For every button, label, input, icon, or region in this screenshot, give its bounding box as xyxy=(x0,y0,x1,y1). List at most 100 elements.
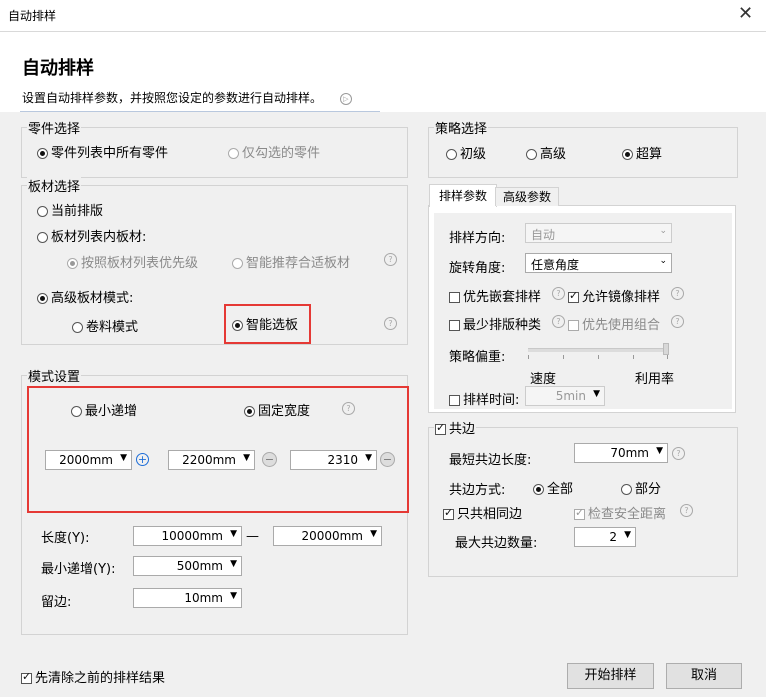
clear-previous-checkbox[interactable]: 先清除之前的排样结果 xyxy=(21,667,165,686)
method-label: 共边方式: xyxy=(449,483,506,498)
sheet-list-radio[interactable]: 板材列表内板材: xyxy=(37,226,146,245)
mode-fixed-width-radio[interactable]: 固定宽度 xyxy=(244,400,310,419)
allow-mirror-checkbox[interactable]: 允许镜像排样 xyxy=(568,286,660,305)
help-icon[interactable]: ? xyxy=(672,447,685,460)
direction-label: 排样方向: xyxy=(449,231,506,246)
dropdown-arrow-icon: ▼ xyxy=(624,530,631,540)
width-1-value: 2000mm xyxy=(59,453,113,467)
length-to-combo[interactable]: 20000mm ▼ xyxy=(273,526,382,546)
title-bar: 自动排样 ✕ xyxy=(0,0,766,32)
checkbox-box xyxy=(435,421,446,435)
radio-dot xyxy=(533,484,544,495)
margin-combo[interactable]: 10mm ▼ xyxy=(133,588,242,608)
help-icon[interactable]: ? xyxy=(384,253,397,266)
remove-width-icon[interactable]: − xyxy=(380,452,395,467)
width-3-combo[interactable]: 2310 ▼ xyxy=(290,450,377,470)
sheet-current-radio[interactable]: 当前排版 xyxy=(37,200,103,219)
time-combo[interactable]: 5min ▼ xyxy=(525,386,605,406)
length-to-value: 20000mm xyxy=(301,529,363,543)
dropdown-arrow-icon: ▼ xyxy=(230,559,237,569)
add-width-icon[interactable]: + xyxy=(136,453,149,466)
same-only-checkbox[interactable]: 只共相同边 xyxy=(443,503,522,522)
close-icon[interactable]: ✕ xyxy=(738,3,753,24)
length-from-combo[interactable]: 10000mm ▼ xyxy=(133,526,242,546)
bias-label: 策略偏重: xyxy=(449,350,506,365)
help-icon[interactable]: ? xyxy=(680,504,693,517)
min-inc-y-combo[interactable]: 500mm ▼ xyxy=(133,556,242,576)
radio-dot xyxy=(72,322,83,333)
speed-label: 速度 xyxy=(530,372,557,387)
min-inc-y-value: 500mm xyxy=(176,559,223,573)
bias-slider-track[interactable] xyxy=(528,348,668,352)
page-title: 自动排样 xyxy=(22,58,94,79)
check-safe-checkbox[interactable]: 检查安全距离 xyxy=(574,503,666,522)
checkbox-box xyxy=(449,292,460,303)
dropdown-arrow-icon: ▼ xyxy=(370,529,377,539)
time-checkbox[interactable]: 排样时间: xyxy=(449,389,519,408)
radio-dot xyxy=(37,232,48,243)
min-len-combo[interactable]: 70mm ▼ xyxy=(574,443,668,463)
common-edge-title: 共边 xyxy=(449,422,476,437)
length-from-value: 10000mm xyxy=(161,529,223,543)
bias-slider-thumb[interactable] xyxy=(663,343,669,355)
help-icon[interactable]: ? xyxy=(552,315,565,328)
sheet-roll-radio[interactable]: 卷料模式 xyxy=(72,316,138,335)
width-3-value: 2310 xyxy=(327,453,358,467)
start-nest-button[interactable]: 开始排样 xyxy=(567,663,654,689)
play-info-icon[interactable]: ▷ xyxy=(339,92,352,105)
slider-tick xyxy=(563,355,564,359)
strategy-super-label: 超算 xyxy=(636,147,663,162)
slider-tick xyxy=(667,355,668,359)
min-len-label: 最短共边长度: xyxy=(449,453,532,468)
parts-all-radio[interactable]: 零件列表中所有零件 xyxy=(37,142,168,161)
time-value: 5min xyxy=(555,389,586,403)
max-count-combo[interactable]: 2 ▼ xyxy=(574,527,636,547)
strategy-group-title: 策略选择 xyxy=(434,118,489,137)
clear-previous-label: 先清除之前的排样结果 xyxy=(35,671,166,686)
cancel-button[interactable]: 取消 xyxy=(666,663,742,689)
prefer-embed-checkbox[interactable]: 优先嵌套排样 xyxy=(449,286,541,305)
prefer-combo-label: 优先使用组合 xyxy=(582,318,661,333)
sheet-recommend-radio[interactable]: 智能推荐合适板材 xyxy=(232,252,350,271)
help-icon[interactable]: ? xyxy=(671,287,684,300)
radio-dot xyxy=(67,258,78,269)
chevron-down-icon: ⌄ xyxy=(659,226,667,236)
mode-group-title: 模式设置 xyxy=(27,366,82,385)
method-part-label: 部分 xyxy=(635,482,662,497)
checkbox-box xyxy=(21,670,32,684)
help-icon[interactable]: ? xyxy=(671,315,684,328)
help-icon[interactable]: ? xyxy=(552,287,565,300)
help-icon[interactable]: ? xyxy=(384,317,397,330)
length-separator: — xyxy=(246,529,259,544)
prefer-combo-checkbox[interactable]: 优先使用组合 xyxy=(568,314,660,333)
page-subtitle: 设置自动排样参数，并按照您设定的参数进行自动排样。 ▷ xyxy=(22,89,352,106)
rotation-combo[interactable]: 任意角度 ⌄ xyxy=(525,253,672,273)
min-types-checkbox[interactable]: 最少排版种类 xyxy=(449,314,541,333)
sheet-smart-radio[interactable]: 智能选板 xyxy=(232,314,298,333)
width-1-combo[interactable]: 2000mm ▼ xyxy=(45,450,132,470)
direction-combo[interactable]: 自动 ⌄ xyxy=(525,223,672,243)
mode-min-inc-label: 最小递增 xyxy=(85,404,138,419)
sheet-advanced-radio[interactable]: 高级板材模式: xyxy=(37,287,133,306)
mode-min-inc-radio[interactable]: 最小递增 xyxy=(71,400,137,419)
dropdown-arrow-icon: ▼ xyxy=(593,389,600,399)
method-all-radio[interactable]: 全部 xyxy=(533,478,573,497)
remove-width-icon[interactable]: − xyxy=(262,452,277,467)
margin-label: 留边: xyxy=(41,595,72,610)
slider-tick xyxy=(633,355,634,359)
method-part-radio[interactable]: 部分 xyxy=(621,478,661,497)
strategy-super-radio[interactable]: 超算 xyxy=(622,143,662,162)
strategy-basic-radio[interactable]: 初级 xyxy=(446,143,486,162)
radio-dot xyxy=(244,406,255,417)
tab-advanced-params[interactable]: 高级参数 xyxy=(495,187,559,206)
width-2-combo[interactable]: 2200mm ▼ xyxy=(168,450,255,470)
rotation-value: 任意角度 xyxy=(531,258,580,272)
strategy-advanced-radio[interactable]: 高级 xyxy=(526,143,566,162)
check-safe-label: 检查安全距离 xyxy=(588,507,667,522)
sheet-priority-radio[interactable]: 按照板材列表优先级 xyxy=(67,252,198,271)
help-icon[interactable]: ? xyxy=(342,402,355,415)
common-edge-checkbox[interactable]: 共边 xyxy=(434,418,477,437)
tab-nest-params[interactable]: 排样参数 xyxy=(429,184,497,207)
radio-dot xyxy=(526,149,537,160)
parts-checked-radio[interactable]: 仅勾选的零件 xyxy=(228,142,320,161)
